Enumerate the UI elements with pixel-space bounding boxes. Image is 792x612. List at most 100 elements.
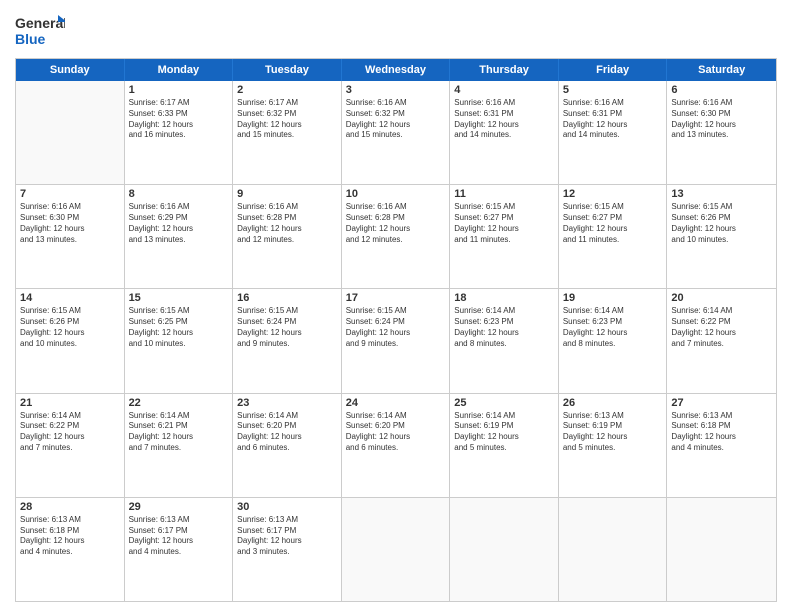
calendar-day-cell: 12 Sunrise: 6:15 AM Sunset: 6:27 PM Dayli… bbox=[559, 185, 668, 288]
calendar-day-cell: 26 Sunrise: 6:13 AM Sunset: 6:19 PM Dayli… bbox=[559, 394, 668, 497]
day-info: Sunrise: 6:15 AM Sunset: 6:25 PM Dayligh… bbox=[129, 306, 229, 349]
calendar-header-cell: Sunday bbox=[16, 59, 125, 81]
day-info: Sunrise: 6:14 AM Sunset: 6:20 PM Dayligh… bbox=[237, 411, 337, 454]
calendar-day-cell: 18Sunrise: 6:14 AM Sunset: 6:23 PM Dayli… bbox=[450, 289, 559, 392]
day-info: Sunrise: 6:13 AM Sunset: 6:19 PM Dayligh… bbox=[563, 411, 663, 454]
svg-text:General: General bbox=[15, 15, 65, 31]
calendar-day-cell: 30Sunrise: 6:13 AM Sunset: 6:17 PM Dayli… bbox=[233, 498, 342, 601]
calendar-header-cell: Tuesday bbox=[233, 59, 342, 81]
day-number: 12 bbox=[563, 188, 663, 200]
day-number: 2 bbox=[237, 84, 337, 96]
day-number: 29 bbox=[129, 501, 229, 513]
day-number: 16 bbox=[237, 292, 337, 304]
day-info: Sunrise: 6:14 AM Sunset: 6:23 PM Dayligh… bbox=[563, 306, 663, 349]
day-number: 6 bbox=[671, 84, 772, 96]
day-number: 27 bbox=[671, 397, 772, 409]
calendar-day-cell: 23 Sunrise: 6:14 AM Sunset: 6:20 PM Dayli… bbox=[233, 394, 342, 497]
svg-text:Blue: Blue bbox=[15, 31, 46, 47]
day-info: Sunrise: 6:15 AM Sunset: 6:24 PM Dayligh… bbox=[237, 306, 337, 349]
day-number: 13 bbox=[671, 188, 772, 200]
calendar-header-cell: Friday bbox=[559, 59, 668, 81]
day-info: Sunrise: 6:16 AM Sunset: 6:30 PM Dayligh… bbox=[671, 98, 772, 141]
day-info: Sunrise: 6:13 AM Sunset: 6:17 PM Dayligh… bbox=[129, 515, 229, 558]
day-info: Sunrise: 6:16 AM Sunset: 6:28 PM Dayligh… bbox=[346, 202, 446, 245]
calendar-header-cell: Thursday bbox=[450, 59, 559, 81]
day-info: Sunrise: 6:15 AM Sunset: 6:26 PM Dayligh… bbox=[20, 306, 120, 349]
day-info: Sunrise: 6:16 AM Sunset: 6:31 PM Dayligh… bbox=[454, 98, 554, 141]
calendar-day-cell: 25 Sunrise: 6:14 AM Sunset: 6:19 PM Dayli… bbox=[450, 394, 559, 497]
day-info: Sunrise: 6:16 AM Sunset: 6:31 PM Dayligh… bbox=[563, 98, 663, 141]
calendar-day-cell: 20Sunrise: 6:14 AM Sunset: 6:22 PM Dayli… bbox=[667, 289, 776, 392]
day-number: 28 bbox=[20, 501, 120, 513]
day-number: 17 bbox=[346, 292, 446, 304]
day-number: 5 bbox=[563, 84, 663, 96]
calendar: SundayMondayTuesdayWednesdayThursdayFrid… bbox=[15, 58, 777, 602]
calendar-day-cell: 17 Sunrise: 6:15 AM Sunset: 6:24 PM Dayli… bbox=[342, 289, 451, 392]
calendar-header-cell: Wednesday bbox=[342, 59, 451, 81]
day-number: 11 bbox=[454, 188, 554, 200]
calendar-day-cell: 16 Sunrise: 6:15 AM Sunset: 6:24 PM Dayli… bbox=[233, 289, 342, 392]
calendar-day-cell: 7Sunrise: 6:16 AM Sunset: 6:30 PM Daylig… bbox=[16, 185, 125, 288]
day-info: Sunrise: 6:16 AM Sunset: 6:30 PM Dayligh… bbox=[20, 202, 120, 245]
day-number: 25 bbox=[454, 397, 554, 409]
day-number: 10 bbox=[346, 188, 446, 200]
day-number: 26 bbox=[563, 397, 663, 409]
calendar-week-row: 14 Sunrise: 6:15 AM Sunset: 6:26 PM Dayli… bbox=[16, 288, 776, 392]
calendar-day-cell: 14 Sunrise: 6:15 AM Sunset: 6:26 PM Dayli… bbox=[16, 289, 125, 392]
calendar-day-cell: 15 Sunrise: 6:15 AM Sunset: 6:25 PM Dayli… bbox=[125, 289, 234, 392]
calendar-day-cell: 13 Sunrise: 6:15 AM Sunset: 6:26 PM Dayli… bbox=[667, 185, 776, 288]
calendar-day-cell: 8 Sunrise: 6:16 AM Sunset: 6:29 PM Daylig… bbox=[125, 185, 234, 288]
day-info: Sunrise: 6:15 AM Sunset: 6:27 PM Dayligh… bbox=[563, 202, 663, 245]
calendar-day-cell: 22Sunrise: 6:14 AM Sunset: 6:21 PM Dayli… bbox=[125, 394, 234, 497]
day-info: Sunrise: 6:15 AM Sunset: 6:26 PM Dayligh… bbox=[671, 202, 772, 245]
calendar-week-row: 21 Sunrise: 6:14 AM Sunset: 6:22 PM Dayli… bbox=[16, 393, 776, 497]
calendar-day-cell: 10 Sunrise: 6:16 AM Sunset: 6:28 PM Dayli… bbox=[342, 185, 451, 288]
calendar-day-cell bbox=[16, 81, 125, 184]
day-number: 4 bbox=[454, 84, 554, 96]
calendar-header-row: SundayMondayTuesdayWednesdayThursdayFrid… bbox=[16, 59, 776, 81]
day-number: 1 bbox=[129, 84, 229, 96]
day-info: Sunrise: 6:14 AM Sunset: 6:19 PM Dayligh… bbox=[454, 411, 554, 454]
calendar-day-cell: 28 Sunrise: 6:13 AM Sunset: 6:18 PM Dayli… bbox=[16, 498, 125, 601]
calendar-day-cell bbox=[450, 498, 559, 601]
day-info: Sunrise: 6:13 AM Sunset: 6:18 PM Dayligh… bbox=[20, 515, 120, 558]
calendar-header-cell: Saturday bbox=[667, 59, 776, 81]
calendar-day-cell: 11 Sunrise: 6:15 AM Sunset: 6:27 PM Dayli… bbox=[450, 185, 559, 288]
calendar-day-cell: 3 Sunrise: 6:16 AM Sunset: 6:32 PM Daylig… bbox=[342, 81, 451, 184]
day-info: Sunrise: 6:16 AM Sunset: 6:28 PM Dayligh… bbox=[237, 202, 337, 245]
calendar-day-cell: 9 Sunrise: 6:16 AM Sunset: 6:28 PM Daylig… bbox=[233, 185, 342, 288]
day-info: Sunrise: 6:16 AM Sunset: 6:32 PM Dayligh… bbox=[346, 98, 446, 141]
day-info: Sunrise: 6:14 AM Sunset: 6:20 PM Dayligh… bbox=[346, 411, 446, 454]
calendar-day-cell: 24Sunrise: 6:14 AM Sunset: 6:20 PM Dayli… bbox=[342, 394, 451, 497]
day-number: 30 bbox=[237, 501, 337, 513]
calendar-day-cell bbox=[559, 498, 668, 601]
day-number: 18 bbox=[454, 292, 554, 304]
calendar-week-row: 1 Sunrise: 6:17 AM Sunset: 6:33 PM Daylig… bbox=[16, 81, 776, 184]
calendar-day-cell: 1 Sunrise: 6:17 AM Sunset: 6:33 PM Daylig… bbox=[125, 81, 234, 184]
day-info: Sunrise: 6:17 AM Sunset: 6:33 PM Dayligh… bbox=[129, 98, 229, 141]
calendar-week-row: 7Sunrise: 6:16 AM Sunset: 6:30 PM Daylig… bbox=[16, 184, 776, 288]
calendar-day-cell: 6 Sunrise: 6:16 AM Sunset: 6:30 PM Daylig… bbox=[667, 81, 776, 184]
day-number: 22 bbox=[129, 397, 229, 409]
day-number: 23 bbox=[237, 397, 337, 409]
day-number: 21 bbox=[20, 397, 120, 409]
day-info: Sunrise: 6:14 AM Sunset: 6:22 PM Dayligh… bbox=[20, 411, 120, 454]
calendar-week-row: 28 Sunrise: 6:13 AM Sunset: 6:18 PM Dayli… bbox=[16, 497, 776, 601]
calendar-body: 1 Sunrise: 6:17 AM Sunset: 6:33 PM Daylig… bbox=[16, 81, 776, 601]
day-info: Sunrise: 6:14 AM Sunset: 6:22 PM Dayligh… bbox=[671, 306, 772, 349]
day-info: Sunrise: 6:15 AM Sunset: 6:24 PM Dayligh… bbox=[346, 306, 446, 349]
day-number: 19 bbox=[563, 292, 663, 304]
logo-svg: General Blue bbox=[15, 10, 65, 50]
day-info: Sunrise: 6:16 AM Sunset: 6:29 PM Dayligh… bbox=[129, 202, 229, 245]
day-number: 8 bbox=[129, 188, 229, 200]
calendar-day-cell: 19 Sunrise: 6:14 AM Sunset: 6:23 PM Dayli… bbox=[559, 289, 668, 392]
day-number: 3 bbox=[346, 84, 446, 96]
calendar-day-cell: 4 Sunrise: 6:16 AM Sunset: 6:31 PM Daylig… bbox=[450, 81, 559, 184]
calendar-day-cell: 5 Sunrise: 6:16 AM Sunset: 6:31 PM Daylig… bbox=[559, 81, 668, 184]
day-info: Sunrise: 6:15 AM Sunset: 6:27 PM Dayligh… bbox=[454, 202, 554, 245]
day-number: 15 bbox=[129, 292, 229, 304]
day-number: 9 bbox=[237, 188, 337, 200]
calendar-day-cell bbox=[342, 498, 451, 601]
day-number: 14 bbox=[20, 292, 120, 304]
calendar-day-cell bbox=[667, 498, 776, 601]
